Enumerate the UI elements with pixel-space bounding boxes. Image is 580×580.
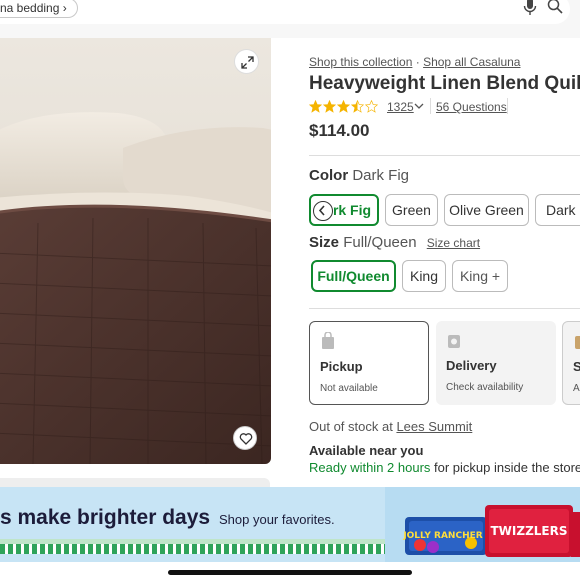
search-chip-label: na bedding [0, 1, 60, 15]
size-option-full-queen[interactable]: Full/Queen [311, 260, 396, 292]
ready-time: Ready within 2 hours [309, 460, 431, 475]
package-icon [575, 336, 580, 349]
size-option-label: King [409, 268, 439, 284]
size-chart-link[interactable]: Size chart [427, 236, 480, 250]
product-page: na bedding › Shop this collection · Shop… [0, 0, 580, 580]
promo-banner[interactable]: s make brighter days Shop your favorites… [0, 487, 580, 562]
delivery-card[interactable]: Delivery Check availability [436, 321, 556, 405]
delivery-status: Check availability [446, 382, 524, 393]
star-icon [337, 99, 350, 113]
shipping-title: S [573, 359, 580, 374]
divider [309, 155, 580, 156]
top-bar: na bedding › [0, 0, 580, 38]
stock-status: Out of stock at Lees Summit [309, 419, 472, 434]
shop-all-brand-link[interactable]: Shop all Casaluna [423, 55, 520, 69]
shop-collection-link[interactable]: Shop this collection [309, 55, 412, 69]
star-rating[interactable] [309, 99, 379, 113]
chevron-left-icon [318, 205, 325, 216]
color-selected-value: Dark Fig [352, 167, 410, 184]
star-icon [365, 99, 378, 113]
size-option-king[interactable]: King [402, 260, 446, 292]
home-indicator[interactable] [168, 570, 412, 575]
star-icon [309, 99, 322, 113]
color-label: Color [309, 167, 349, 184]
rating-count-link[interactable]: 1325 [387, 100, 414, 114]
search-icon[interactable] [547, 0, 563, 14]
candy-products-art: JOLLY RANCHER TWIZZLERS [402, 505, 580, 557]
product-image[interactable] [0, 38, 271, 464]
chevron-down-icon[interactable] [414, 101, 424, 111]
package-icon [448, 335, 460, 348]
size-selected-value: Full/Queen [343, 234, 417, 251]
color-option-dark-c[interactable]: Dark C [535, 194, 580, 226]
shipping-card[interactable]: S Ar [562, 321, 580, 405]
pickup-status: Not available [320, 383, 378, 394]
banner-subtext: Shop your favorites. [219, 512, 335, 527]
bed-photo [0, 38, 271, 464]
color-option-green[interactable]: Green [385, 194, 438, 226]
search-bar[interactable] [0, 0, 570, 24]
star-icon [323, 99, 336, 113]
links-separator: · [412, 55, 424, 69]
color-option-olive-green[interactable]: Olive Green [444, 194, 529, 226]
color-option-label: Green [392, 202, 431, 218]
favorite-button[interactable] [233, 426, 257, 450]
microphone-icon[interactable] [522, 0, 538, 16]
size-option-label: Full/Queen [317, 268, 390, 284]
size-option-label: King + [459, 268, 501, 284]
available-near-heading: Available near you [309, 443, 424, 458]
rating-divider [430, 98, 431, 114]
color-option-label: Olive Green [449, 202, 524, 218]
banner-brand-2: TWIZZLERS [490, 524, 567, 538]
star-icon [351, 99, 364, 113]
pickup-card[interactable]: Pickup Not available [309, 321, 429, 405]
delivery-title: Delivery [446, 358, 497, 373]
questions-divider [507, 98, 508, 114]
pickup-title: Pickup [320, 359, 363, 374]
expand-image-button[interactable] [234, 49, 259, 74]
banner-headline: s make brighter days [0, 506, 211, 529]
heart-icon [239, 433, 253, 445]
color-label-row: Color Dark Fig [309, 167, 409, 184]
store-icon [322, 332, 334, 349]
collection-links: Shop this collection · Shop all Casaluna [309, 55, 520, 69]
banner-brand-1: JOLLY RANCHER [402, 531, 482, 541]
ready-detail: for pickup inside the store [430, 460, 580, 475]
color-option-label: Dark C [546, 202, 580, 218]
questions-link[interactable]: 56 Questions [436, 100, 507, 114]
shipping-status: Ar [573, 383, 580, 394]
product-title: Heavyweight Linen Blend Quilt - [309, 73, 580, 94]
size-label: Size [309, 234, 340, 251]
color-option-label: rk Fig [332, 202, 372, 218]
rating-row: 1325 56 Questions [309, 98, 508, 116]
product-price: $114.00 [309, 121, 370, 140]
ready-text: Ready within 2 hours for pickup inside t… [309, 460, 580, 475]
divider [309, 308, 580, 309]
color-scroll-back-button[interactable] [313, 201, 333, 221]
size-option-king-plus[interactable]: King + [452, 260, 508, 292]
banner-checker [0, 544, 385, 554]
expand-icon [241, 56, 254, 69]
store-name-link[interactable]: Lees Summit [396, 419, 472, 434]
out-of-stock-text: Out of stock at [309, 419, 397, 434]
search-chip-chevron: › [62, 1, 67, 15]
search-chip[interactable]: na bedding › [0, 0, 78, 18]
banner-products-image: JOLLY RANCHER TWIZZLERS [385, 487, 580, 562]
size-label-row: Size Full/Queen Size chart [309, 234, 480, 251]
